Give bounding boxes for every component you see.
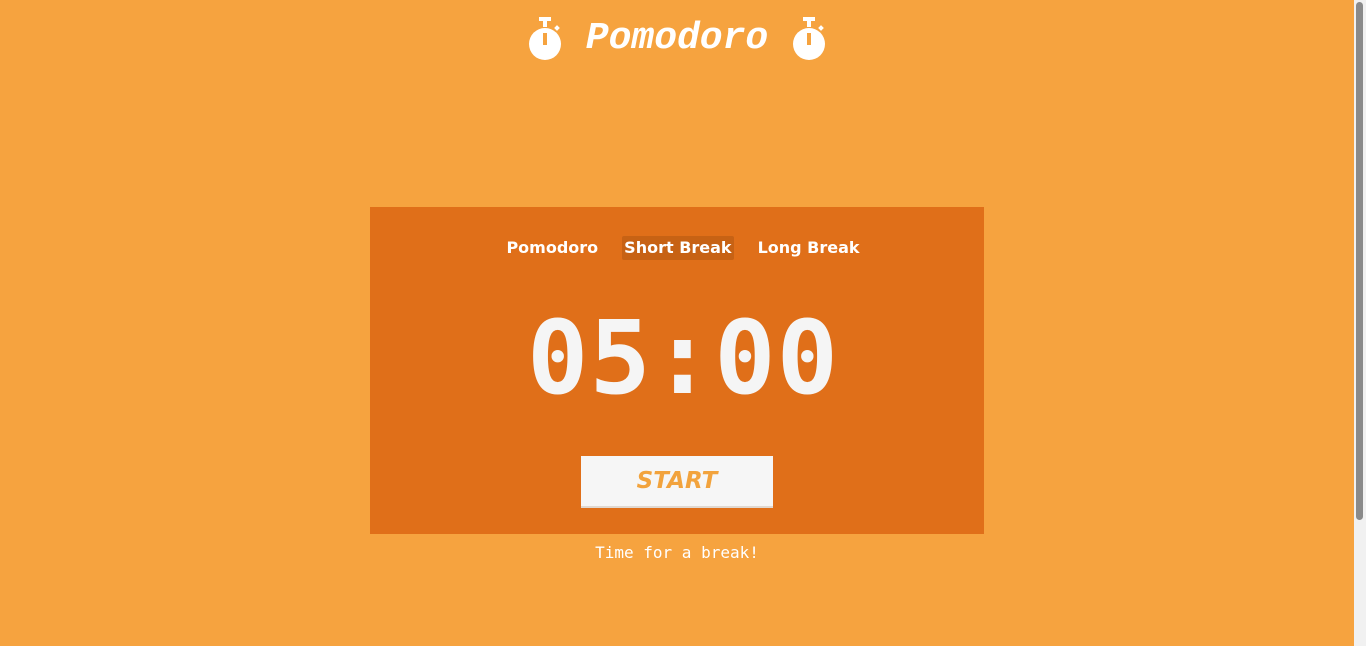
scrollbar[interactable] <box>1354 0 1366 646</box>
stopwatch-icon <box>528 17 561 60</box>
mode-tabs: Pomodoro Short Break Long Break <box>0 236 1366 260</box>
status-message: Time for a break! <box>595 543 759 562</box>
scrollbar-thumb[interactable] <box>1356 2 1363 520</box>
stopwatch-icon <box>793 17 826 60</box>
timer-display: 05:00 <box>526 299 840 418</box>
tab-long-break[interactable]: Long Break <box>756 236 862 260</box>
tab-pomodoro[interactable]: Pomodoro <box>504 236 600 260</box>
start-button[interactable]: START <box>581 456 773 506</box>
page-title: Pomodoro <box>585 17 769 60</box>
app-header: Pomodoro <box>0 14 1354 64</box>
tab-short-break[interactable]: Short Break <box>622 236 734 260</box>
